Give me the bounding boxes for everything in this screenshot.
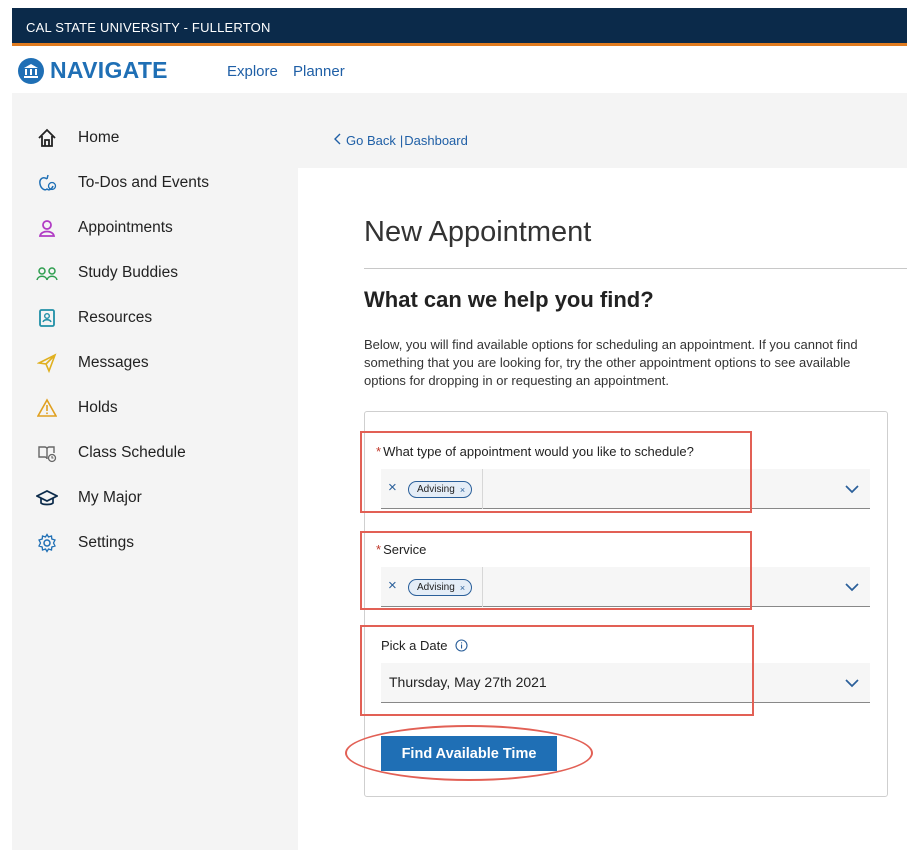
- service-label-text: Service: [383, 542, 427, 557]
- chip-label: Advising: [417, 582, 455, 593]
- select-divider: [482, 567, 483, 607]
- info-icon[interactable]: [455, 639, 469, 652]
- appointment-type-label: * What type of appointment would you like…: [376, 444, 694, 459]
- remove-chip-icon[interactable]: ×: [460, 583, 465, 593]
- date-label: Pick a Date: [381, 638, 469, 653]
- sidebar-item-label: Appointments: [78, 219, 173, 236]
- appointment-type-label-text: What type of appointment would you like …: [383, 444, 694, 459]
- breadcrumb: Go Back | Dashboard: [333, 133, 468, 148]
- chevron-down-icon[interactable]: [844, 676, 860, 688]
- go-back-link[interactable]: Go Back: [346, 133, 396, 148]
- select-divider: [482, 469, 483, 509]
- breadcrumb-strip: [298, 93, 907, 168]
- clear-selection-icon[interactable]: ×: [388, 479, 397, 496]
- chevron-left-icon: [333, 133, 341, 148]
- sidebar-item-messages[interactable]: Messages: [36, 351, 149, 375]
- sidebar-item-resources[interactable]: Resources: [36, 306, 152, 330]
- breadcrumb-separator: |: [399, 133, 404, 148]
- required-mark: *: [376, 444, 382, 459]
- sidebar-item-holds[interactable]: Holds: [36, 396, 118, 420]
- sidebar-item-label: Resources: [78, 309, 153, 326]
- sidebar-item-label: Holds: [78, 399, 118, 416]
- sidebar-item-home[interactable]: Home: [36, 126, 119, 150]
- sidebar-item-label: My Major: [78, 489, 142, 506]
- person-icon: [36, 217, 58, 239]
- intro-text: Below, you will find available options f…: [364, 337, 858, 388]
- bank-icon: [18, 57, 44, 84]
- sidebar-item-appointments[interactable]: Appointments: [36, 216, 173, 240]
- address-book-icon: [36, 307, 58, 329]
- people-icon: [36, 262, 58, 284]
- university-name: CAL STATE UNIVERSITY - FULLERTON: [26, 20, 271, 35]
- nav-row: NAVIGATE Explore Planner: [12, 49, 907, 93]
- sidebar-item-label: To-Dos and Events: [78, 174, 209, 191]
- brand-name: NAVIGATE: [50, 57, 168, 83]
- sidebar-item-study-buddies[interactable]: Study Buddies: [36, 261, 178, 285]
- dashboard-link[interactable]: Dashboard: [404, 133, 468, 148]
- sidebar-item-class-schedule[interactable]: Class Schedule: [36, 441, 186, 465]
- sidebar: [12, 93, 298, 850]
- nav-link-explore[interactable]: Explore: [227, 63, 278, 80]
- home-icon: [36, 127, 58, 149]
- remove-chip-icon[interactable]: ×: [460, 485, 465, 495]
- date-label-text: Pick a Date: [381, 638, 448, 653]
- sidebar-item-label: Class Schedule: [78, 444, 186, 461]
- nav-link-planner[interactable]: Planner: [293, 63, 345, 80]
- paper-plane-icon: [36, 352, 58, 374]
- required-mark: *: [376, 542, 382, 557]
- apple-check-icon: [36, 172, 58, 194]
- selected-chip: Advising ×: [408, 481, 473, 498]
- clear-selection-icon[interactable]: ×: [388, 577, 397, 594]
- chip-label: Advising: [417, 484, 455, 495]
- sidebar-item-settings[interactable]: Settings: [36, 531, 134, 555]
- page-title: New Appointment: [364, 216, 592, 248]
- sidebar-item-label: Messages: [78, 354, 149, 371]
- sidebar-item-todos[interactable]: To-Dos and Events: [36, 171, 209, 195]
- sidebar-item-label: Settings: [78, 534, 135, 551]
- graduation-cap-icon: [36, 487, 58, 509]
- chevron-down-icon[interactable]: [844, 482, 860, 494]
- warning-icon: [36, 397, 58, 419]
- book-clock-icon: [36, 442, 58, 464]
- selected-date: Thursday, May 27th 2021: [389, 674, 547, 690]
- service-label: * Service: [376, 542, 426, 557]
- university-bar: CAL STATE UNIVERSITY - FULLERTON: [12, 8, 907, 46]
- date-select[interactable]: Thursday, May 27th 2021: [381, 663, 870, 703]
- chevron-down-icon[interactable]: [844, 580, 860, 592]
- sidebar-item-my-major[interactable]: My Major: [36, 486, 142, 510]
- section-heading: What can we help you find?: [364, 287, 654, 312]
- navigate-logo[interactable]: NAVIGATE: [18, 57, 168, 84]
- find-available-time-button[interactable]: Find Available Time: [381, 736, 557, 771]
- title-divider: [364, 268, 907, 269]
- appointment-type-select[interactable]: × Advising ×: [381, 469, 870, 509]
- service-select[interactable]: × Advising ×: [381, 567, 870, 607]
- gear-icon: [36, 532, 58, 554]
- sidebar-item-label: Study Buddies: [78, 264, 178, 281]
- selected-chip: Advising ×: [408, 579, 473, 596]
- sidebar-item-label: Home: [78, 129, 120, 146]
